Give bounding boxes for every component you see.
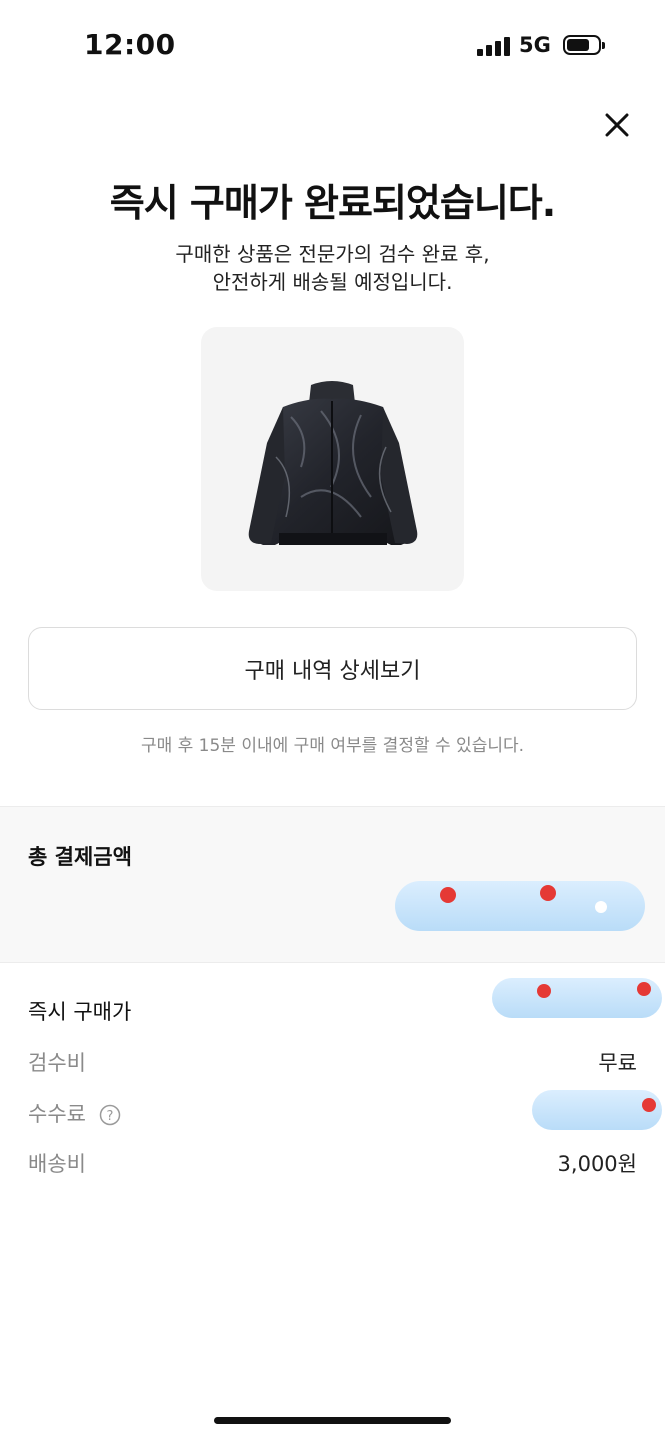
fee-row-inspection: 검수비 무료: [28, 1041, 637, 1081]
fee-row-shipping: 배송비 3,000원: [28, 1142, 637, 1182]
page-subtitle: 구매한 상품은 전문가의 검수 완료 후, 안전하게 배송될 예정입니다.: [0, 240, 665, 296]
status-bar: 12:00 5G: [0, 0, 665, 90]
help-icon[interactable]: ?: [99, 1104, 121, 1126]
jacket-image: [248, 381, 418, 545]
product-image: [201, 327, 464, 591]
subtitle-line: 안전하게 배송될 예정입니다.: [212, 270, 453, 294]
fee-label: 즉시 구매가: [28, 1000, 132, 1024]
network-label: 5G: [519, 33, 551, 57]
home-indicator: [214, 1417, 451, 1424]
redaction-mark: [492, 978, 662, 1018]
status-time: 12:00: [84, 28, 176, 61]
subtitle-line: 구매한 상품은 전문가의 검수 완료 후,: [175, 242, 490, 266]
total-payment-label: 총 결제금액: [28, 845, 132, 869]
cancel-notice: 구매 후 15분 이내에 구매 여부를 결정할 수 있습니다.: [140, 736, 525, 756]
fee-value: 무료: [598, 1051, 637, 1075]
page-title: 즉시 구매가 완료되었습니다.: [109, 181, 556, 225]
fee-label: 수수료: [28, 1102, 86, 1126]
fee-label: 검수비: [28, 1051, 86, 1075]
total-payment-section: 총 결제금액 원: [0, 806, 665, 963]
signal-icon: [477, 36, 511, 56]
svg-text:?: ?: [106, 1109, 113, 1124]
close-icon: [605, 113, 629, 137]
close-button[interactable]: [596, 104, 638, 146]
battery-icon: [563, 35, 605, 57]
redaction-mark: [395, 881, 645, 931]
fee-value: 3,000원: [557, 1152, 637, 1176]
redaction-mark: [532, 1090, 662, 1130]
fee-label: 배송비: [28, 1152, 86, 1176]
fee-label-group: 수수료 ?: [28, 1098, 121, 1128]
purchase-detail-button[interactable]: 구매 내역 상세보기: [28, 627, 637, 710]
